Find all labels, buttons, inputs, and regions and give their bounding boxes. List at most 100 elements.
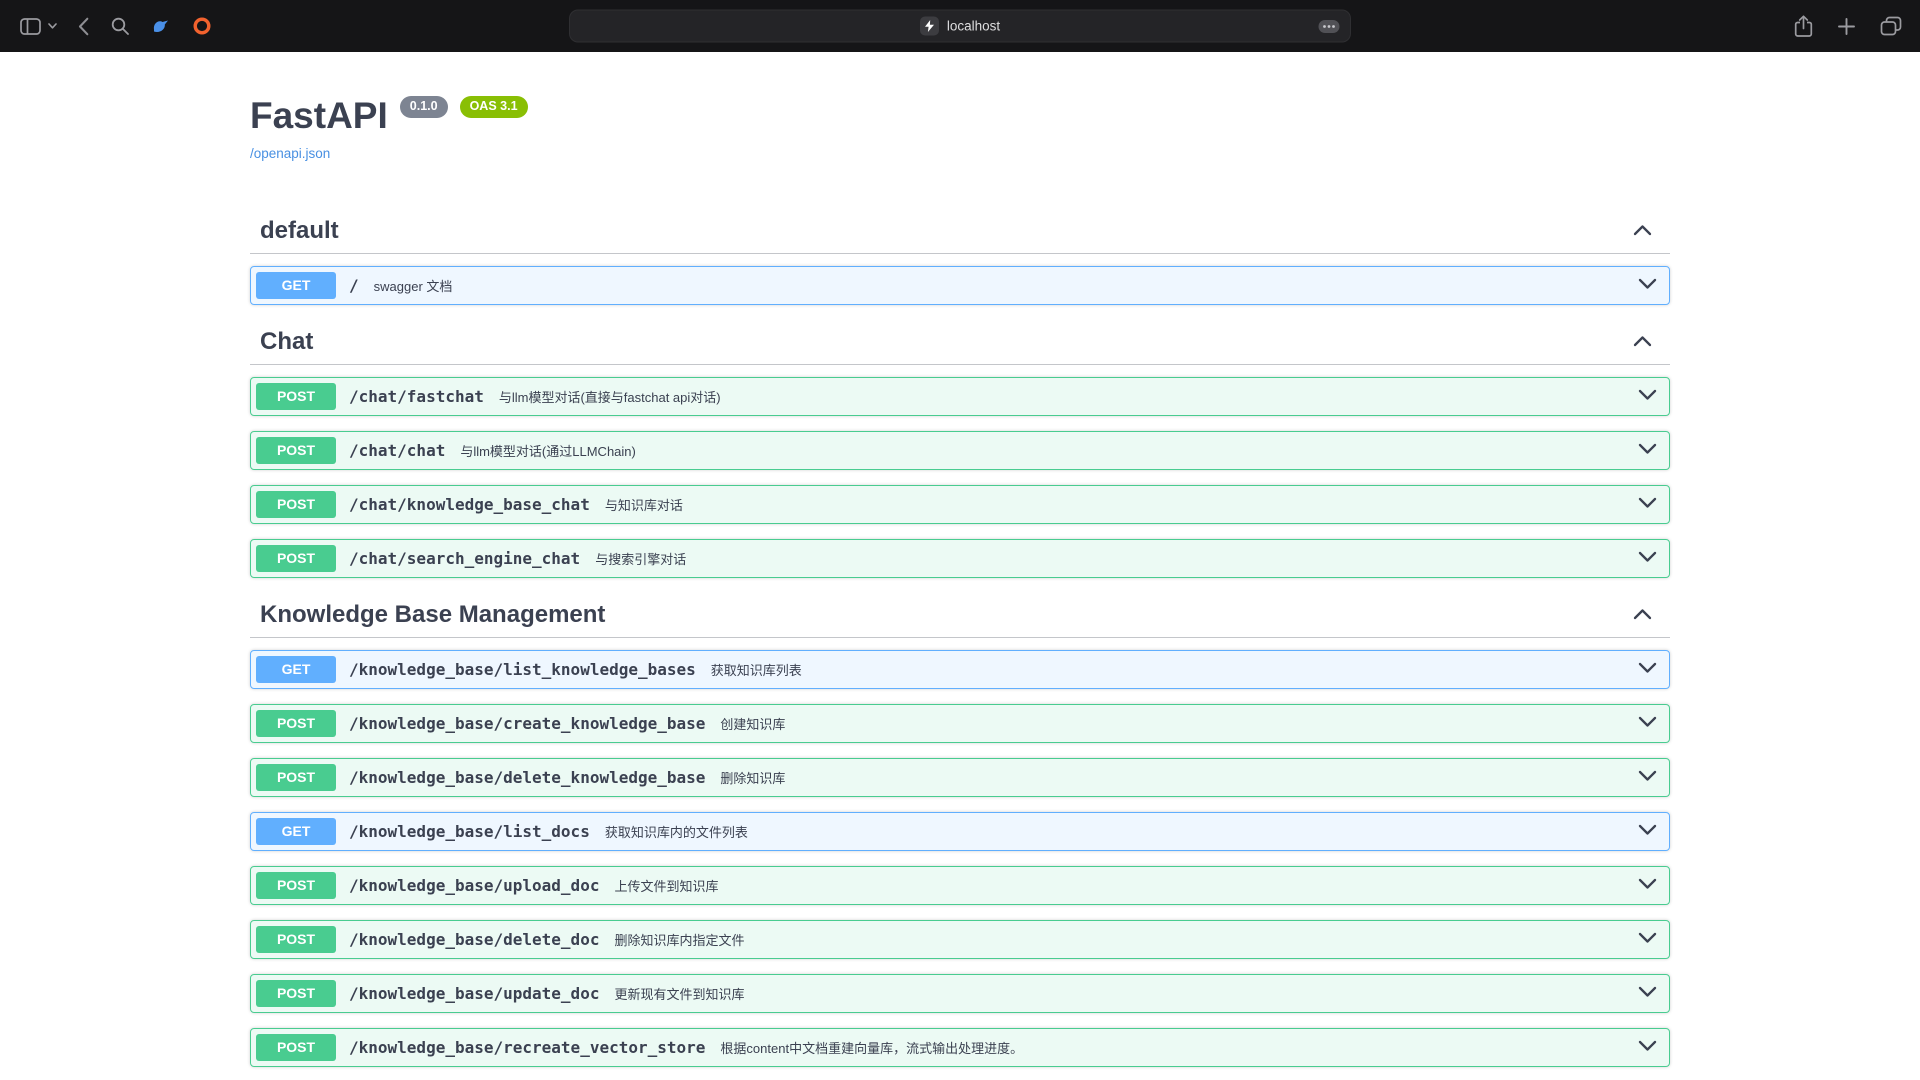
chevron-down-icon [1638, 716, 1657, 731]
method-badge: POST [256, 872, 336, 899]
collapse-section-button[interactable] [1633, 608, 1652, 623]
expand-operation-button[interactable] [1638, 770, 1657, 785]
method-badge: POST [256, 980, 336, 1007]
operation-path: /knowledge_base/create_knowledge_base [349, 714, 705, 733]
operation-row[interactable]: GET / swagger 文档 [250, 266, 1670, 305]
method-badge: POST [256, 710, 336, 737]
extension-blue-icon[interactable] [151, 16, 171, 36]
oas-badge: OAS 3.1 [460, 96, 528, 118]
expand-operation-button[interactable] [1638, 878, 1657, 893]
tag-section: Knowledge Base Management GET /knowledge… [250, 593, 1670, 1067]
operation-row[interactable]: POST /knowledge_base/delete_knowledge_ba… [250, 758, 1670, 797]
api-title-text: FastAPI [250, 95, 388, 137]
chevron-down-icon [1638, 932, 1657, 947]
operation-path: /chat/chat [349, 441, 445, 460]
tag-header[interactable]: Chat [250, 320, 1670, 365]
toolbar-left-group [0, 16, 212, 36]
method-badge: POST [256, 491, 336, 518]
operation-description: 删除知识库内指定文件 [614, 930, 744, 949]
back-icon[interactable] [78, 17, 89, 36]
share-icon[interactable] [1794, 15, 1813, 38]
tag-title: default [260, 217, 1633, 245]
operation-row[interactable]: POST /chat/search_engine_chat 与搜索引擎对话 [250, 539, 1670, 578]
operation-path: /chat/knowledge_base_chat [349, 495, 590, 514]
method-badge: GET [256, 656, 336, 683]
operation-description: 与搜索引擎对话 [595, 549, 686, 568]
operation-description: 与llm模型对话(通过LLMChain) [460, 441, 636, 460]
search-icon[interactable] [110, 16, 130, 36]
chevron-down-icon [1638, 278, 1657, 293]
tab-overview-icon[interactable] [1880, 16, 1902, 36]
address-bar[interactable]: localhost [569, 10, 1351, 43]
expand-operation-button[interactable] [1638, 389, 1657, 404]
expand-operation-button[interactable] [1638, 551, 1657, 566]
operation-row[interactable]: POST /knowledge_base/recreate_vector_sto… [250, 1028, 1670, 1067]
operation-path: /knowledge_base/delete_knowledge_base [349, 768, 705, 787]
expand-operation-button[interactable] [1638, 824, 1657, 839]
new-tab-icon[interactable] [1837, 17, 1856, 36]
operation-row[interactable]: POST /knowledge_base/delete_doc 删除知识库内指定… [250, 920, 1670, 959]
operation-row[interactable]: GET /knowledge_base/list_docs 获取知识库内的文件列… [250, 812, 1670, 851]
operation-row[interactable]: GET /knowledge_base/list_knowledge_bases… [250, 650, 1670, 689]
operation-row[interactable]: POST /knowledge_base/update_doc 更新现有文件到知… [250, 974, 1670, 1013]
expand-operation-button[interactable] [1638, 986, 1657, 1001]
page-settings-icon[interactable] [1318, 19, 1340, 33]
sidebar-chevron-down-icon[interactable] [48, 23, 57, 29]
chevron-down-icon [1638, 662, 1657, 677]
operation-path: /knowledge_base/update_doc [349, 984, 599, 1003]
chevron-down-icon [1638, 878, 1657, 893]
method-badge: POST [256, 1034, 336, 1061]
operation-row[interactable]: POST /knowledge_base/create_knowledge_ba… [250, 704, 1670, 743]
operation-row[interactable]: POST /chat/knowledge_base_chat 与知识库对话 [250, 485, 1670, 524]
sidebar-controls [20, 18, 57, 35]
chevron-down-icon [1638, 986, 1657, 1001]
chevron-up-icon [1633, 224, 1652, 239]
method-badge: POST [256, 545, 336, 572]
operations-list: GET / swagger 文档 [250, 266, 1670, 305]
operation-description: 获取知识库内的文件列表 [605, 822, 748, 841]
url-text: localhost [947, 19, 1000, 34]
toolbar-right-group [1794, 0, 1902, 52]
swagger-page: FastAPI 0.1.0 OAS 3.1 /openapi.json defa… [250, 52, 1670, 1067]
expand-operation-button[interactable] [1638, 662, 1657, 677]
operation-description: 上传文件到知识库 [614, 876, 718, 895]
operation-path: /knowledge_base/upload_doc [349, 876, 599, 895]
expand-operation-button[interactable] [1638, 497, 1657, 512]
tag-header[interactable]: default [250, 209, 1670, 254]
chevron-down-icon [1638, 443, 1657, 458]
tag-sections: default GET / swagger 文档 Chat [250, 209, 1670, 1067]
extension-orange-icon[interactable] [192, 16, 212, 36]
operation-row[interactable]: POST /knowledge_base/upload_doc 上传文件到知识库 [250, 866, 1670, 905]
method-badge: POST [256, 383, 336, 410]
operation-row[interactable]: POST /chat/chat 与llm模型对话(通过LLMChain) [250, 431, 1670, 470]
tag-header[interactable]: Knowledge Base Management [250, 593, 1670, 638]
method-badge: POST [256, 926, 336, 953]
sidebar-toggle-icon[interactable] [20, 18, 41, 35]
chevron-down-icon [1638, 824, 1657, 839]
operation-path: /knowledge_base/list_docs [349, 822, 590, 841]
operation-path: /knowledge_base/recreate_vector_store [349, 1038, 705, 1057]
browser-toolbar: localhost [0, 0, 1920, 52]
expand-operation-button[interactable] [1638, 443, 1657, 458]
site-favicon-icon [920, 17, 939, 36]
operation-description: swagger 文档 [374, 276, 453, 295]
chevron-up-icon [1633, 335, 1652, 350]
operation-description: 根据content中文档重建向量库，流式输出处理进度。 [720, 1038, 1023, 1057]
expand-operation-button[interactable] [1638, 1040, 1657, 1055]
operation-description: 与知识库对话 [605, 495, 683, 514]
collapse-section-button[interactable] [1633, 335, 1652, 350]
version-badge: 0.1.0 [400, 96, 448, 118]
operation-row[interactable]: POST /chat/fastchat 与llm模型对话(直接与fastchat… [250, 377, 1670, 416]
expand-operation-button[interactable] [1638, 278, 1657, 293]
expand-operation-button[interactable] [1638, 716, 1657, 731]
operation-path: /chat/fastchat [349, 387, 484, 406]
tag-title: Chat [260, 328, 1633, 356]
chevron-down-icon [1638, 1040, 1657, 1055]
operation-path: /knowledge_base/delete_doc [349, 930, 599, 949]
api-info: FastAPI 0.1.0 OAS 3.1 /openapi.json [250, 95, 1670, 163]
chevron-down-icon [1638, 497, 1657, 512]
collapse-section-button[interactable] [1633, 224, 1652, 239]
openapi-json-link[interactable]: /openapi.json [250, 146, 330, 161]
expand-operation-button[interactable] [1638, 932, 1657, 947]
chevron-down-icon [1638, 770, 1657, 785]
